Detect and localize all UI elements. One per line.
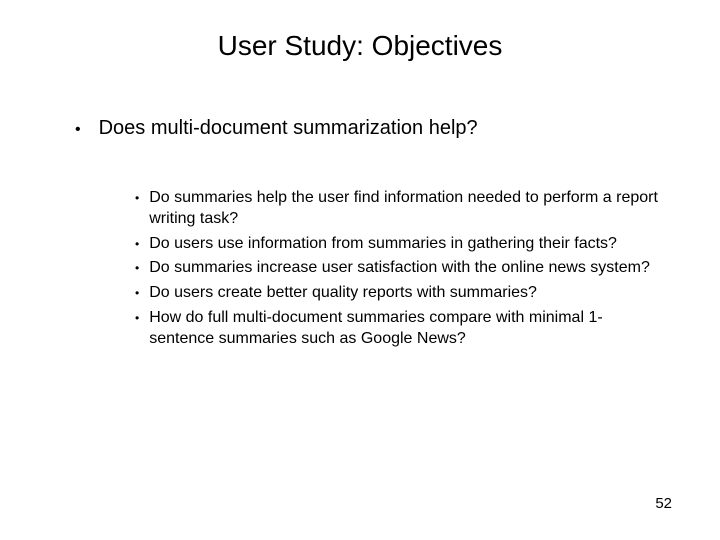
sub-bullet-text: Do summaries increase user satisfaction … (149, 258, 660, 279)
slide-container: User Study: Objectives • Does multi-docu… (0, 0, 720, 540)
sub-bullet-item: • Do summaries increase user satisfactio… (135, 258, 660, 279)
main-bullet-text: Does multi-document summarization help? (99, 117, 478, 140)
main-bullet-item: • Does multi-document summarization help… (75, 117, 660, 143)
page-number: 52 (655, 495, 672, 512)
sub-bullet-item: • Do users use information from summarie… (135, 234, 660, 255)
bullet-icon: • (135, 283, 139, 303)
sub-bullet-item: • Do users create better quality reports… (135, 283, 660, 304)
sub-bullet-text: Do users use information from summaries … (149, 234, 660, 255)
sub-bullet-item: • How do full multi-document summaries c… (135, 308, 660, 350)
sub-bullet-text: Do users create better quality reports w… (149, 283, 660, 304)
bullet-icon: • (135, 308, 139, 328)
bullet-icon: • (75, 117, 81, 143)
sub-bullet-item: • Do summaries help the user find inform… (135, 188, 660, 230)
sub-bullet-text: Do summaries help the user find informat… (149, 188, 660, 230)
bullet-icon: • (135, 188, 139, 208)
bullet-icon: • (135, 258, 139, 278)
sub-bullet-text: How do full multi-document summaries com… (149, 308, 660, 350)
bullet-icon: • (135, 234, 139, 254)
main-bullet-list: • Does multi-document summarization help… (60, 117, 660, 143)
sub-bullet-list: • Do summaries help the user find inform… (60, 188, 660, 350)
slide-title: User Study: Objectives (60, 30, 660, 62)
